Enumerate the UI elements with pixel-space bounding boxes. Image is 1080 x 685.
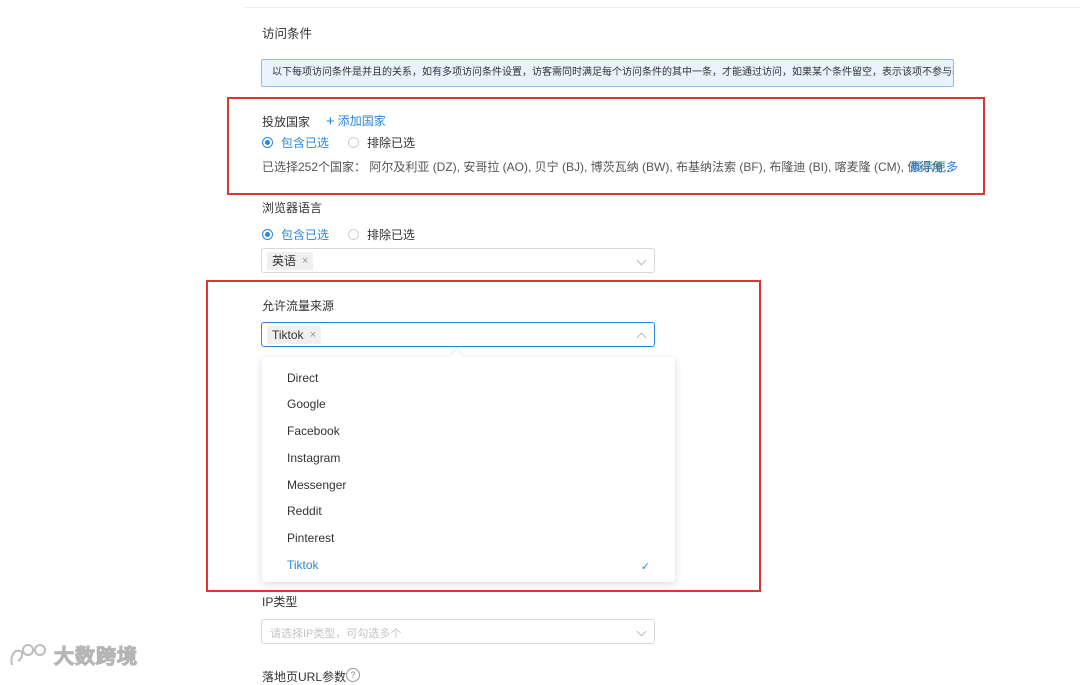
show-more-link[interactable]: 展示更多 [910, 158, 958, 175]
radio-unchecked-icon [348, 229, 359, 240]
watermark: 大数跨境 [8, 640, 138, 669]
option-messenger[interactable]: Messenger [287, 478, 346, 492]
ip-type-label: IP类型 [262, 595, 298, 609]
language-include-label: 包含已选 [281, 228, 330, 242]
country-exclude-label: 排除已选 [367, 136, 416, 150]
ip-type-select[interactable]: 请选择IP类型，可勾选多个 [261, 619, 655, 644]
ip-type-placeholder: 请选择IP类型，可勾选多个 [270, 628, 402, 640]
option-instagram[interactable]: Instagram [287, 451, 340, 465]
traffic-source-select[interactable]: Tiktok × [261, 322, 655, 347]
selected-countries-text: 已选择252个国家： 阿尔及利亚 (DZ), 安哥拉 (AO), 贝宁 (BJ)… [262, 160, 954, 174]
traffic-source-tag: Tiktok × [267, 326, 321, 344]
top-divider [245, 7, 1080, 8]
option-facebook[interactable]: Facebook [287, 424, 340, 438]
option-tiktok[interactable]: Tiktok [287, 558, 319, 572]
radio-unchecked-icon [348, 137, 359, 148]
language-tag: 英语 × [267, 252, 314, 270]
country-exclude-radio[interactable]: 排除已选 [348, 134, 415, 151]
radio-checked-icon [262, 229, 273, 240]
traffic-source-tag-label: Tiktok [272, 328, 304, 342]
tag-remove-icon[interactable]: × [310, 326, 316, 344]
watermark-text: 大数跨境 [54, 646, 138, 669]
country-include-label: 包含已选 [281, 136, 330, 150]
add-country-label: 添加国家 [337, 114, 386, 128]
watermark-logo-icon [10, 643, 46, 665]
traffic-source-label: 允许流量来源 [262, 299, 335, 313]
language-tag-label: 英语 [272, 254, 297, 268]
traffic-source-dropdown: Direct Google Facebook Instagram Messeng… [262, 350, 675, 582]
check-icon: ✓ [640, 561, 650, 573]
language-include-radio[interactable]: 包含已选 [262, 226, 329, 243]
landing-url-params-label: 落地页URL参数 [262, 670, 347, 684]
browser-language-select[interactable]: 英语 × [261, 248, 655, 273]
option-pinterest[interactable]: Pinterest [287, 531, 334, 545]
add-country-link[interactable]: + 添加国家 [326, 112, 386, 130]
access-conditions-title: 访问条件 [262, 27, 313, 41]
tag-remove-icon[interactable]: × [302, 252, 308, 270]
option-reddit[interactable]: Reddit [287, 504, 322, 518]
browser-language-label: 浏览器语言 [262, 201, 323, 215]
chevron-down-icon [636, 626, 647, 637]
language-exclude-label: 排除已选 [367, 228, 416, 242]
access-conditions-notice: 以下每项访问条件是并且的关系，如有多项访问条件设置，访客需同时满足每个访问条件的… [261, 59, 954, 87]
option-google[interactable]: Google [287, 397, 326, 411]
language-exclude-radio[interactable]: 排除已选 [348, 226, 415, 243]
chevron-up-icon [636, 332, 647, 343]
country-label: 投放国家 [262, 115, 311, 129]
option-direct[interactable]: Direct [287, 371, 318, 385]
country-include-radio[interactable]: 包含已选 [262, 134, 329, 151]
plus-icon: + [326, 113, 335, 130]
help-icon[interactable]: ? [346, 668, 360, 682]
chevron-down-icon [636, 255, 647, 266]
radio-checked-icon [262, 137, 273, 148]
